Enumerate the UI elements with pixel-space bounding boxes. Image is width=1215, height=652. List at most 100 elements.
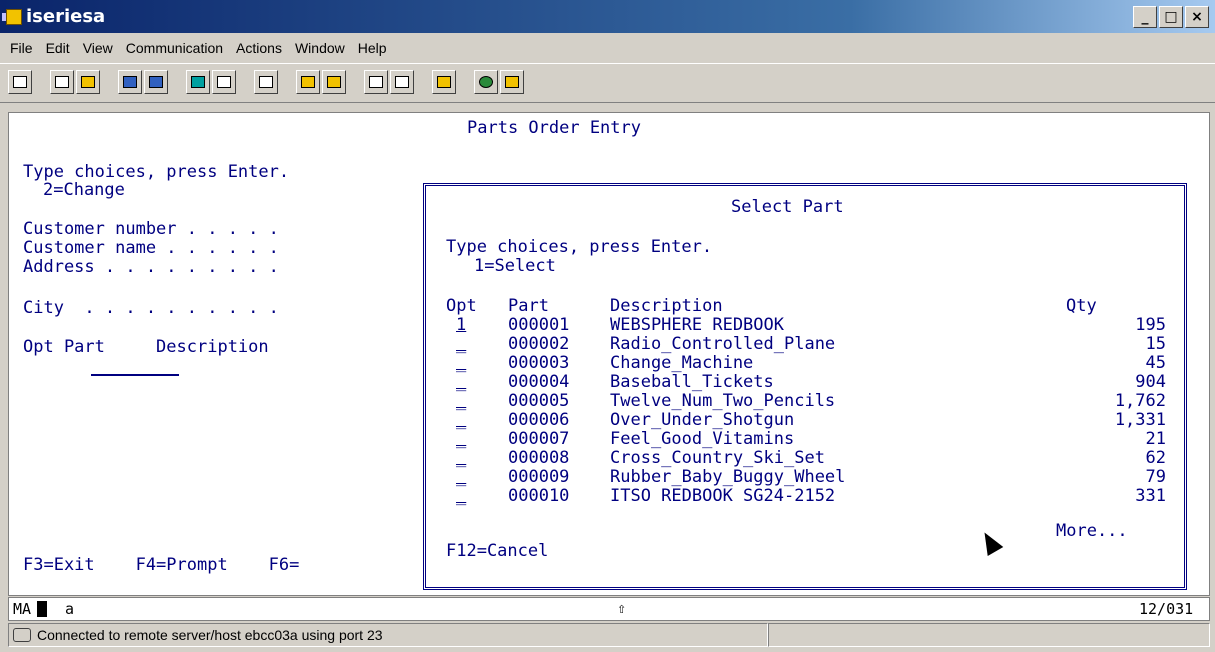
col-header-description: Description (610, 296, 723, 316)
row-description: Cross_Country_Ski_Set (610, 448, 825, 468)
record-macro-icon[interactable] (296, 70, 320, 94)
popup-instructions: Type choices, press Enter. (446, 237, 713, 257)
address-label: Address . . . . . . . . . (23, 257, 279, 277)
col-header-opt: Opt (446, 296, 477, 316)
customer-number-label: Customer number . . . . . (23, 219, 279, 239)
display-screen-icon[interactable] (212, 70, 236, 94)
help-tag-icon[interactable] (500, 70, 524, 94)
menu-file[interactable]: File (10, 40, 33, 56)
col-header-qty: Qty (1066, 296, 1097, 316)
close-button[interactable]: × (1185, 6, 1209, 28)
more-indicator: More... (1056, 521, 1128, 541)
toolbar (0, 63, 1215, 103)
row-opt-input[interactable]: _ (456, 335, 466, 354)
send-file-icon[interactable] (118, 70, 142, 94)
popup-function-keys: F12=Cancel (446, 541, 549, 561)
connection-icon (13, 628, 31, 642)
app-icon[interactable] (2, 9, 22, 25)
popup-option-legend: 1=Select (474, 256, 556, 276)
row-description: WEBSPHERE REDBOOK (610, 315, 784, 335)
status-pane-empty (768, 623, 1210, 647)
screen-heading: Parts Order Entry (467, 118, 641, 138)
row-quantity: 21 (1145, 429, 1166, 449)
minimize-button[interactable]: _ (1133, 6, 1157, 28)
oia-field: a (65, 600, 75, 618)
row-description: Radio_Controlled_Plane (610, 334, 836, 354)
row-opt-input[interactable]: _ (456, 392, 466, 411)
option-legend: 2=Change (43, 180, 125, 200)
menu-view[interactable]: View (83, 40, 113, 56)
row-quantity: 904 (1135, 372, 1166, 392)
row-quantity: 62 (1145, 448, 1166, 468)
display-keypad-icon[interactable] (186, 70, 210, 94)
customer-name-label: Customer name . . . . . . (23, 238, 279, 258)
cursor-block (37, 601, 47, 617)
menu-window[interactable]: Window (295, 40, 345, 56)
start-recording-icon[interactable] (364, 70, 388, 94)
row-description: Rubber_Baby_Buggy_Wheel (610, 467, 846, 487)
connection-message: Connected to remote server/host ebcc03a … (37, 627, 383, 643)
menu-bar: File Edit View Communication Actions Win… (0, 33, 1215, 63)
city-label: City . . . . . . . . . . (23, 298, 279, 318)
connection-status: Connected to remote server/host ebcc03a … (8, 623, 768, 647)
operator-info-area: MA a ⇧ 12/031 (8, 597, 1210, 621)
row-part-number: 000010 (508, 486, 570, 506)
menu-communication[interactable]: Communication (126, 40, 223, 56)
row-description: Twelve_Num_Two_Pencils (610, 391, 836, 411)
row-quantity: 1,762 (1114, 391, 1166, 411)
row-part-number: 000003 (508, 353, 570, 373)
copy-icon[interactable] (50, 70, 74, 94)
row-quantity: 79 (1145, 467, 1166, 487)
row-part-number: 000002 (508, 334, 570, 354)
menu-edit[interactable]: Edit (46, 40, 70, 56)
row-description: Feel_Good_Vitamins (610, 429, 795, 449)
row-part-number: 000007 (508, 429, 570, 449)
oia-mode: MA (13, 600, 32, 618)
row-quantity: 45 (1145, 353, 1166, 373)
row-quantity: 15 (1145, 334, 1166, 354)
row-opt-input[interactable]: _ (456, 373, 466, 392)
row-part-number: 000008 (508, 448, 570, 468)
play-macro-icon[interactable] (322, 70, 346, 94)
print-screen-icon[interactable] (8, 70, 32, 94)
row-part-number: 000005 (508, 391, 570, 411)
row-quantity: 195 (1135, 315, 1166, 335)
cursor-position: 12/031 (1139, 600, 1194, 618)
clipboard-icon[interactable] (432, 70, 456, 94)
receive-file-icon[interactable] (144, 70, 168, 94)
row-opt-input[interactable]: _ (456, 411, 466, 430)
row-opt-input[interactable]: _ (456, 430, 466, 449)
maximize-button[interactable]: □ (1159, 6, 1183, 28)
terminal-screen[interactable]: Parts Order Entry Type choices, press En… (8, 112, 1210, 596)
row-opt-input[interactable]: _ (456, 487, 466, 506)
row-part-number: 000006 (508, 410, 570, 430)
row-part-number: 000009 (508, 467, 570, 487)
list-header: Opt Part Description (23, 337, 269, 357)
menu-help[interactable]: Help (358, 40, 387, 56)
window-title: iseriesa (26, 6, 106, 27)
globe-icon[interactable] (474, 70, 498, 94)
stop-recording-icon[interactable] (390, 70, 414, 94)
row-description: Change_Machine (610, 353, 754, 373)
popup-title: Select Part (731, 197, 844, 217)
row-description: Over_Under_Shotgun (610, 410, 795, 430)
menu-actions[interactable]: Actions (236, 40, 282, 56)
row-quantity: 331 (1135, 486, 1166, 506)
select-part-window: Select Part Type choices, press Enter. 1… (423, 183, 1187, 590)
row-quantity: 1,331 (1114, 410, 1166, 430)
row-opt-input[interactable]: _ (456, 354, 466, 373)
row-opt-input[interactable]: 1 (456, 316, 466, 335)
row-description: ITSO REDBOOK SG24-2152 (610, 486, 836, 506)
paste-icon[interactable] (76, 70, 100, 94)
row-description: Baseball_Tickets (610, 372, 774, 392)
row-opt-input[interactable]: _ (456, 468, 466, 487)
row-opt-input[interactable]: _ (456, 449, 466, 468)
keyboard-map-icon[interactable] (254, 70, 278, 94)
col-header-part: Part (508, 296, 549, 316)
row-part-number: 000004 (508, 372, 570, 392)
status-bar: Connected to remote server/host ebcc03a … (8, 623, 1210, 649)
title-bar: iseriesa _ □ × (0, 0, 1215, 33)
shift-icon: ⇧ (617, 599, 627, 617)
part-input-underline[interactable] (91, 374, 179, 376)
function-keys: F3=Exit F4=Prompt F6= (23, 555, 300, 575)
